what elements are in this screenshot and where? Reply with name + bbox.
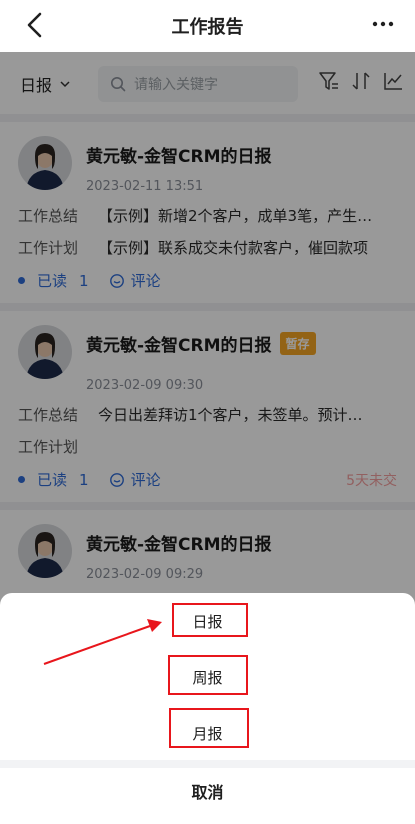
cancel-label: 取消 (191, 783, 224, 802)
highlight-box (172, 603, 248, 637)
highlight-box (169, 708, 249, 748)
cancel-button[interactable]: 取消 (0, 769, 415, 813)
highlight-box (168, 655, 248, 695)
screen: 工作报告 日报 请输入关键字 黄元敏-金智CRM的日报 2023-02-11 1… (0, 0, 415, 824)
page-title: 工作报告 (171, 17, 244, 38)
chevron-left-icon[interactable] (22, 10, 48, 40)
divider (0, 760, 415, 768)
more-dots-icon[interactable] (371, 18, 395, 30)
nav-bar: 工作报告 (0, 0, 415, 52)
action-sheet: 日报 周报 月报 取消 (0, 593, 415, 824)
